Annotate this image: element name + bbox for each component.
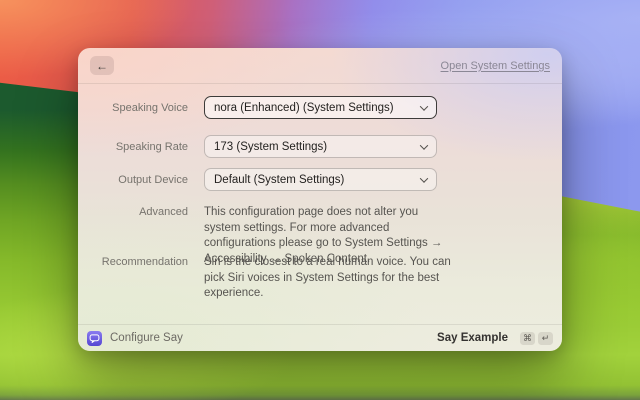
speaking-voice-label: Speaking Voice <box>94 102 188 114</box>
output-device-row: Output Device Default (System Settings) <box>78 168 562 191</box>
back-arrow-icon: ← <box>96 59 108 73</box>
speaking-rate-select[interactable]: 173 (System Settings) <box>204 135 437 158</box>
app-name: Configure Say <box>110 332 183 344</box>
speaking-rate-row: Speaking Rate 173 (System Settings) <box>78 135 562 158</box>
open-system-settings-link[interactable]: Open System Settings <box>441 60 550 72</box>
speech-bubble-icon <box>87 331 102 346</box>
recommendation-label: Recommendation <box>94 255 188 268</box>
speaking-voice-value: nora (Enhanced) (System Settings) <box>214 102 394 114</box>
output-device-label: Output Device <box>94 174 188 186</box>
say-example-button[interactable]: Say Example <box>437 332 508 344</box>
speaking-rate-value: 173 (System Settings) <box>214 141 327 153</box>
output-device-value: Default (System Settings) <box>214 174 344 186</box>
return-key-icon: ↵ <box>538 332 553 345</box>
chevron-down-icon <box>420 102 428 110</box>
recommendation-info-row: Recommendation Siri is the closest to a … <box>78 255 456 302</box>
recommendation-text: Siri is the closest to a real human voic… <box>204 255 456 302</box>
configure-say-window: ← Open System Settings Speaking Voice no… <box>78 48 562 351</box>
advanced-label: Advanced <box>94 205 188 218</box>
chevron-down-icon <box>420 174 428 182</box>
command-key-icon: ⌘ <box>520 332 535 345</box>
window-footer: Configure Say Say Example ⌘ ↵ <box>78 324 562 351</box>
speaking-rate-label: Speaking Rate <box>94 141 188 153</box>
output-device-select[interactable]: Default (System Settings) <box>204 168 437 191</box>
chevron-down-icon <box>420 141 428 149</box>
speaking-voice-select[interactable]: nora (Enhanced) (System Settings) <box>204 96 437 119</box>
footer-actions: Say Example ⌘ ↵ <box>437 332 553 345</box>
window-header: ← Open System Settings <box>78 48 562 84</box>
back-button[interactable]: ← <box>90 56 114 75</box>
speaking-voice-row: Speaking Voice nora (Enhanced) (System S… <box>78 96 562 119</box>
